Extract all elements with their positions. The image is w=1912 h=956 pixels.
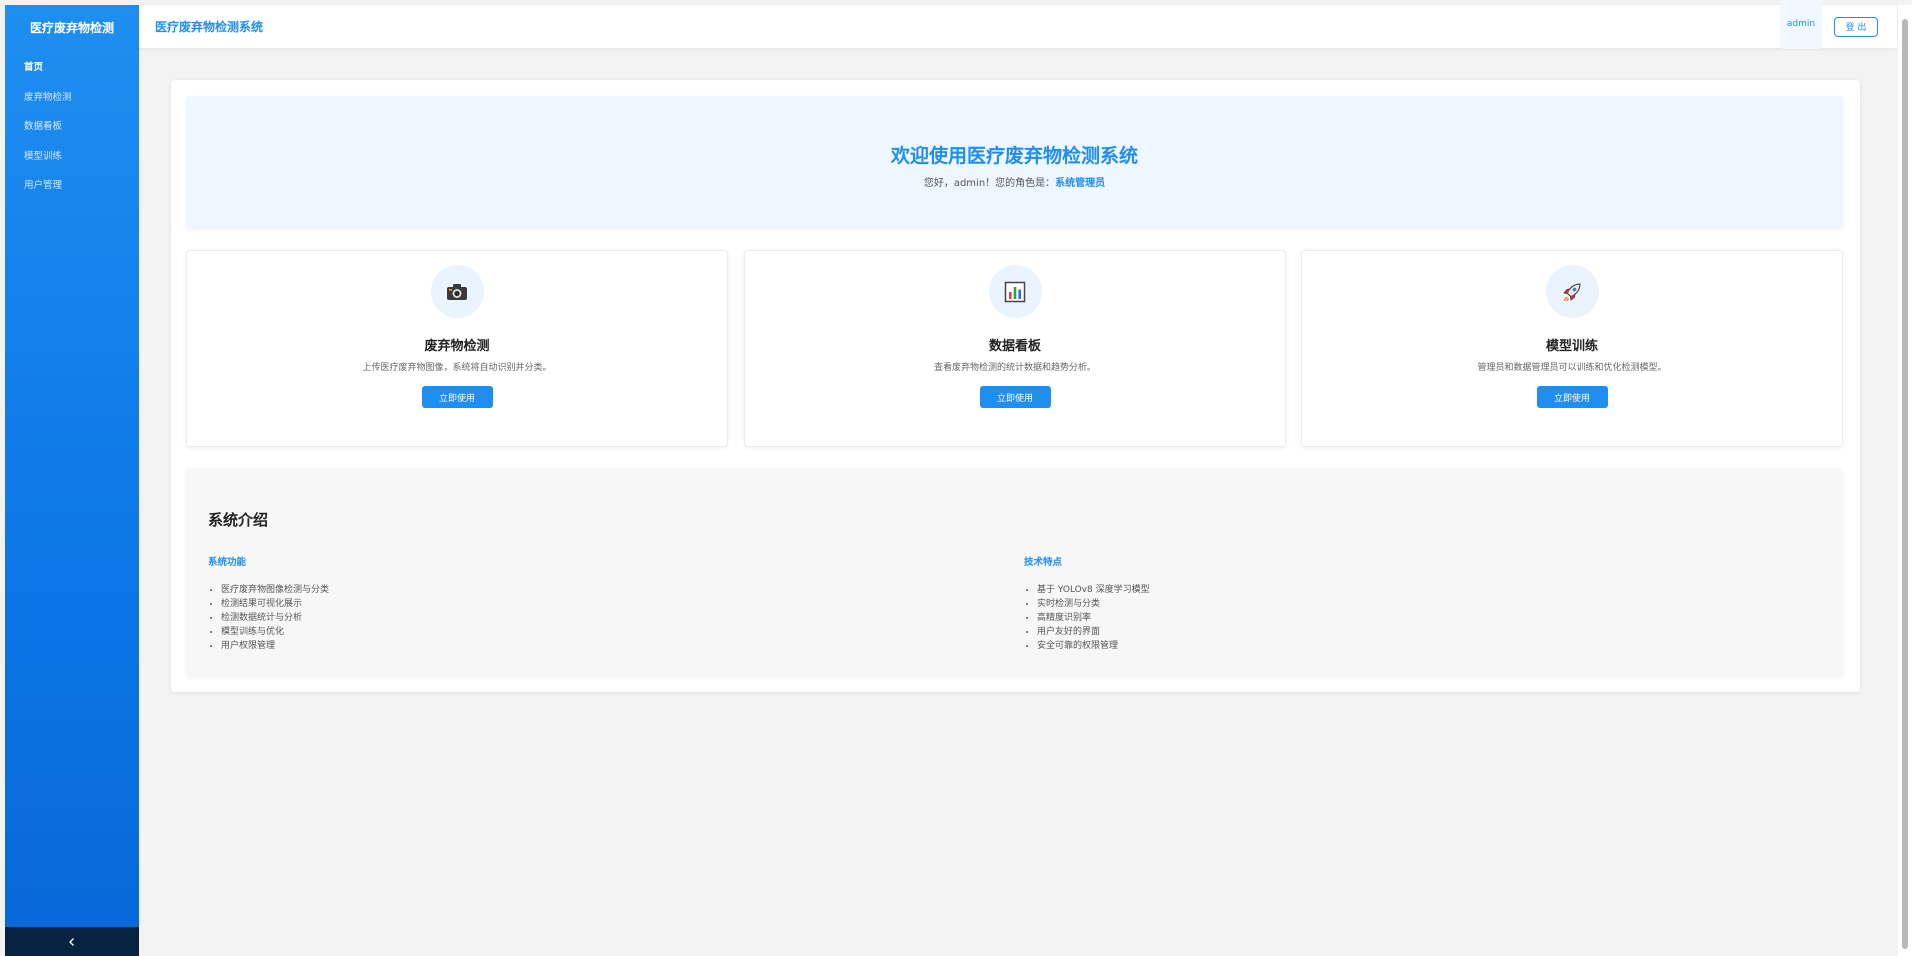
user-menu[interactable]: admin xyxy=(1780,0,1822,49)
list-item: 医疗废弃物图像检测与分类 xyxy=(221,583,329,597)
greeting-text: 您好，admin！您的角色是： xyxy=(923,178,1056,189)
sidebar-item-model-training[interactable]: 模型训练 xyxy=(5,142,139,172)
bar-chart-icon xyxy=(988,265,1042,318)
sidebar: 医疗废弃物检测 首页 废弃物检测 数据看板 模型训练 用户管理 xyxy=(5,5,139,956)
feature-description: 查看废弃物检测的统计数据和趋势分析。 xyxy=(933,363,1096,373)
role-text: 系统管理员 xyxy=(1055,178,1106,189)
functions-list: 医疗废弃物图像检测与分类 检测结果可视化展示 检测数据统计与分析 模型训练与优化… xyxy=(208,583,329,653)
sidebar-brand: 医疗废弃物检测 xyxy=(29,20,114,35)
list-item: 高精度识别率 xyxy=(1037,611,1150,625)
sidebar-item-user-management[interactable]: 用户管理 xyxy=(5,171,139,201)
tech-heading: 技术特点 xyxy=(1024,557,1063,568)
welcome-banner: 欢迎使用医疗废弃物检测系统 您好，admin！您的角色是：系统管理员 xyxy=(186,96,1843,228)
rocket-icon xyxy=(1545,265,1599,318)
feature-description: 上传医疗废弃物图像，系统将自动识别并分类。 xyxy=(362,363,552,373)
list-item: 检测结果可视化展示 xyxy=(221,597,329,611)
feature-card-waste-detection: 废弃物检测 上传医疗废弃物图像，系统将自动识别并分类。 立即使用 xyxy=(186,250,728,447)
feature-card-model-training: 模型训练 管理员和数据管理员可以训练和优化检测模型。 立即使用 xyxy=(1301,250,1843,447)
feature-title: 模型训练 xyxy=(1545,339,1598,354)
system-intro: 系统介绍 系统功能 医疗废弃物图像检测与分类 检测结果可视化展示 检测数据统计与… xyxy=(186,468,1843,677)
welcome-greeting: 您好，admin！您的角色是：系统管理员 xyxy=(186,174,1843,189)
feature-card-dashboard: 数据看板 查看废弃物检测的统计数据和趋势分析。 立即使用 xyxy=(744,250,1286,447)
sidebar-menu: 首页 废弃物检测 数据看板 模型训练 用户管理 xyxy=(5,53,139,201)
intro-functions: 系统功能 医疗废弃物图像检测与分类 检测结果可视化展示 检测数据统计与分析 模型… xyxy=(208,554,329,653)
sidebar-item-home[interactable]: 首页 xyxy=(5,53,139,83)
list-item: 用户权限管理 xyxy=(221,639,329,653)
tech-list: 基于 YOLOv8 深度学习模型 实时检测与分类 高精度识别率 用户友好的界面 … xyxy=(1024,583,1150,653)
feature-title: 数据看板 xyxy=(988,339,1041,354)
use-now-button[interactable]: 立即使用 xyxy=(979,386,1051,408)
intro-title: 系统介绍 xyxy=(208,511,269,529)
use-now-button[interactable]: 立即使用 xyxy=(421,386,493,408)
chevron-left-icon xyxy=(69,937,74,946)
top-header: 医疗废弃物检测系统 admin 登 出 xyxy=(139,0,1897,49)
list-item: 基于 YOLOv8 深度学习模型 xyxy=(1037,583,1150,597)
scrollbar-thumb[interactable] xyxy=(1902,19,1908,949)
list-item: 用户友好的界面 xyxy=(1037,625,1150,639)
feature-title: 废弃物检测 xyxy=(424,339,490,354)
intro-tech: 技术特点 基于 YOLOv8 深度学习模型 实时检测与分类 高精度识别率 用户友… xyxy=(1024,554,1150,653)
header-actions: admin 登 出 xyxy=(1780,0,1878,49)
list-item: 实时检测与分类 xyxy=(1037,597,1150,611)
list-item: 模型训练与优化 xyxy=(221,625,329,639)
logout-button[interactable]: 登 出 xyxy=(1834,16,1878,37)
list-item: 安全可靠的权限管理 xyxy=(1037,639,1150,653)
page-scrollbar[interactable] xyxy=(1898,5,1912,956)
home-card: 欢迎使用医疗废弃物检测系统 您好，admin！您的角色是：系统管理员 废弃物检测… xyxy=(171,80,1860,692)
camera-icon xyxy=(430,265,484,318)
sidebar-collapse-button[interactable] xyxy=(5,927,139,956)
functions-heading: 系统功能 xyxy=(208,557,247,568)
use-now-button[interactable]: 立即使用 xyxy=(1536,386,1608,408)
welcome-title: 欢迎使用医疗废弃物检测系统 xyxy=(890,145,1138,167)
feature-description: 管理员和数据管理员可以训练和优化检测模型。 xyxy=(1477,363,1667,373)
header-title: 医疗废弃物检测系统 xyxy=(155,20,264,34)
sidebar-item-waste-detection[interactable]: 废弃物检测 xyxy=(5,83,139,113)
list-item: 检测数据统计与分析 xyxy=(221,611,329,625)
sidebar-item-dashboard[interactable]: 数据看板 xyxy=(5,112,139,142)
